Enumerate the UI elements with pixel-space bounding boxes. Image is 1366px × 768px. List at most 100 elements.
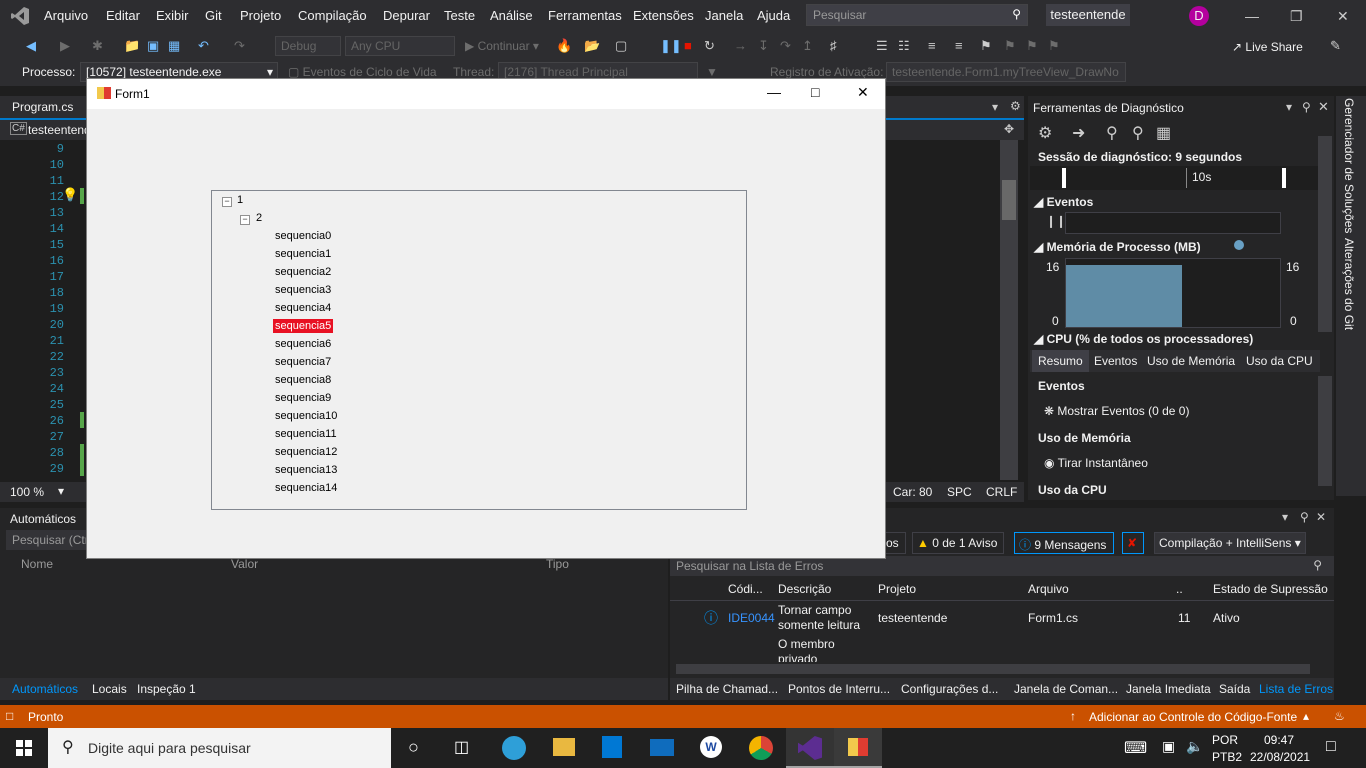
memory-section[interactable]: ◢ Memória de Processo (MB) — [1034, 240, 1201, 254]
editor-scrollbar[interactable] — [1000, 140, 1018, 480]
timeline-end-handle[interactable] — [1282, 168, 1286, 188]
chevron-up-icon[interactable]: ▴ — [1303, 709, 1309, 723]
step-out-icon[interactable]: ↥ — [802, 38, 813, 54]
threads-icon[interactable]: ☰ — [876, 38, 888, 54]
scroll-thumb[interactable] — [1002, 180, 1016, 220]
cpu-section[interactable]: ◢ CPU (% de todos os processadores) — [1034, 332, 1253, 346]
notification-icon[interactable]: □ — [1326, 738, 1336, 756]
column-codigo[interactable]: Códi... — [728, 582, 763, 596]
tab-locais[interactable]: Locais — [92, 682, 127, 696]
reset-zoom-icon[interactable]: ▦ — [1156, 123, 1171, 143]
close-panel-icon[interactable]: ✕ — [1318, 99, 1329, 115]
maximize-icon[interactable]: □ — [811, 84, 819, 100]
clock-date[interactable]: 22/08/2021 — [1250, 750, 1310, 764]
menu-depurar[interactable]: Depurar — [383, 8, 430, 23]
chevron-down-icon[interactable]: ▾ — [1282, 510, 1288, 524]
tab-exception-settings[interactable]: Configurações d... — [901, 682, 998, 696]
tree-node-item[interactable]: sequencia0 — [275, 230, 331, 242]
column-projeto[interactable]: Projeto — [878, 582, 916, 596]
bookmark-icon[interactable]: ⚑ — [980, 38, 992, 54]
diag-scrollbar-bottom[interactable] — [1318, 376, 1332, 486]
clear-filter-icon[interactable]: ✘ — [1122, 532, 1144, 554]
volume-icon[interactable]: 🔈 — [1186, 738, 1203, 755]
restart-icon[interactable]: ↻ — [704, 38, 715, 54]
pin-icon[interactable]: ⚲ — [1300, 510, 1309, 524]
tab-dropdown-icon[interactable]: ▾ — [992, 100, 998, 114]
tree-node-item[interactable]: sequencia6 — [275, 338, 331, 350]
store-icon[interactable] — [602, 736, 622, 758]
minimize-icon[interactable]: — — [1245, 8, 1259, 24]
column-valor[interactable]: Valor — [231, 557, 258, 571]
split-icon[interactable]: ✥ — [1004, 122, 1014, 136]
redo-icon[interactable]: ↷ — [234, 38, 245, 54]
tree-node-item[interactable]: sequencia4 — [275, 302, 331, 314]
stop-icon[interactable]: ■ — [684, 38, 692, 53]
pause-icon[interactable]: ❚❚ — [660, 38, 682, 54]
live-share-button[interactable]: ↗ Live Share — [1232, 40, 1303, 54]
events-section[interactable]: ◢ Eventos — [1034, 195, 1093, 209]
tree-node-item[interactable]: sequencia14 — [275, 482, 337, 494]
tab-settings-icon[interactable]: ⚙ — [1010, 99, 1021, 113]
tab-command-window[interactable]: Janela de Coman... — [1014, 682, 1118, 696]
tree-node-item[interactable]: sequencia10 — [275, 410, 337, 422]
stack-combo[interactable]: testeentende.Form1.myTreeView_DrawNo — [886, 62, 1126, 82]
open-icon[interactable]: 📁 — [124, 38, 140, 54]
messages-filter-button[interactable]: ⓘ 9 Mensagens — [1014, 532, 1114, 554]
configuration-combo[interactable]: Debug — [275, 36, 341, 56]
show-events-link[interactable]: ❋ Mostrar Eventos (0 de 0) — [1044, 404, 1189, 418]
bookmark-clear-icon[interactable]: ⚑ — [1048, 38, 1060, 54]
language-indicator[interactable]: POR — [1212, 733, 1238, 747]
menu-projeto[interactable]: Projeto — [240, 8, 281, 23]
save-all-icon[interactable]: ▦ — [168, 38, 180, 54]
bookmark-next-icon[interactable]: ⚑ — [1026, 38, 1038, 54]
tab-automaticos[interactable]: Automáticos — [12, 682, 78, 696]
chevron-down-icon[interactable]: ▾ — [1286, 100, 1292, 114]
error-row[interactable]: O membro privado — [670, 636, 1320, 662]
form1-titlebar[interactable]: Form1 — □ ✕ — [87, 79, 885, 109]
filter-icon[interactable]: ▼ — [706, 65, 718, 79]
export-icon[interactable]: ➜ — [1072, 123, 1085, 143]
solution-explorer-tab[interactable]: Gerenciador de Soluções — [1342, 98, 1356, 233]
menu-ajuda[interactable]: Ajuda — [757, 8, 790, 23]
show-next-statement-icon[interactable]: → — [734, 38, 747, 53]
zoom-out-icon[interactable]: ⚲ — [1132, 123, 1144, 143]
menu-janela[interactable]: Janela — [705, 8, 743, 23]
line-ending[interactable]: CRLF — [986, 485, 1017, 499]
lightbulb-icon[interactable]: 💡 — [62, 187, 78, 203]
column-nome[interactable]: Nome — [21, 557, 53, 571]
tree-node-item[interactable]: sequencia8 — [275, 374, 331, 386]
mail-icon[interactable] — [650, 739, 674, 756]
word-pad-icon[interactable]: W — [700, 736, 722, 758]
tree-node-item[interactable]: sequencia7 — [275, 356, 331, 368]
chrome-icon[interactable] — [749, 736, 773, 760]
diag-scrollbar-top[interactable] — [1318, 136, 1332, 332]
clock-time[interactable]: 09:47 — [1264, 733, 1294, 747]
zoom-in-icon[interactable]: ⚲ — [1106, 123, 1118, 143]
search-input[interactable]: Pesquisar ⚲ — [806, 4, 1028, 26]
feedback-icon[interactable]: ✎ — [1330, 38, 1341, 54]
bell-icon[interactable]: ♨ — [1334, 709, 1345, 723]
hot-reload-icon[interactable]: 🔥 — [556, 38, 572, 54]
menu-teste[interactable]: Teste — [444, 8, 475, 23]
pin-icon[interactable]: ⚲ — [1302, 100, 1311, 114]
column-estado[interactable]: Estado de Supressão — [1213, 582, 1328, 596]
indent-icon[interactable]: ≡ — [928, 38, 936, 53]
platform-combo[interactable]: Any CPU — [345, 36, 455, 56]
close-icon[interactable]: ✕ — [1337, 8, 1349, 25]
menu-editar[interactable]: Editar — [106, 8, 140, 23]
file-explorer-icon[interactable] — [553, 738, 575, 756]
whitespace-mode[interactable]: SPC — [947, 485, 972, 499]
tab-breakpoints[interactable]: Pontos de Interru... — [788, 682, 890, 696]
git-changes-tab[interactable]: Alterações do Git — [1342, 238, 1356, 330]
warnings-filter-button[interactable]: ▲ 0 de 1 Aviso — [912, 532, 1004, 554]
gear-icon[interactable]: ⚙ — [1038, 123, 1052, 143]
tree-node-item[interactable]: sequencia12 — [275, 446, 337, 458]
column-arquivo[interactable]: Arquivo — [1028, 582, 1069, 596]
tab-uso-memoria[interactable]: Uso de Memória — [1147, 354, 1235, 368]
build-filter-combo[interactable]: Compilação + IntelliSens ▾ — [1154, 532, 1306, 554]
lifecycle-button[interactable]: ▢ Eventos de Ciclo de Vida — [288, 65, 437, 79]
tab-immediate[interactable]: Janela Imediata — [1126, 682, 1211, 696]
timeline-start-handle[interactable] — [1062, 168, 1066, 188]
snapshot-button[interactable]: ◉ Tirar Instantâneo — [1044, 456, 1148, 470]
step-over-icon[interactable]: ↷ — [780, 38, 791, 54]
